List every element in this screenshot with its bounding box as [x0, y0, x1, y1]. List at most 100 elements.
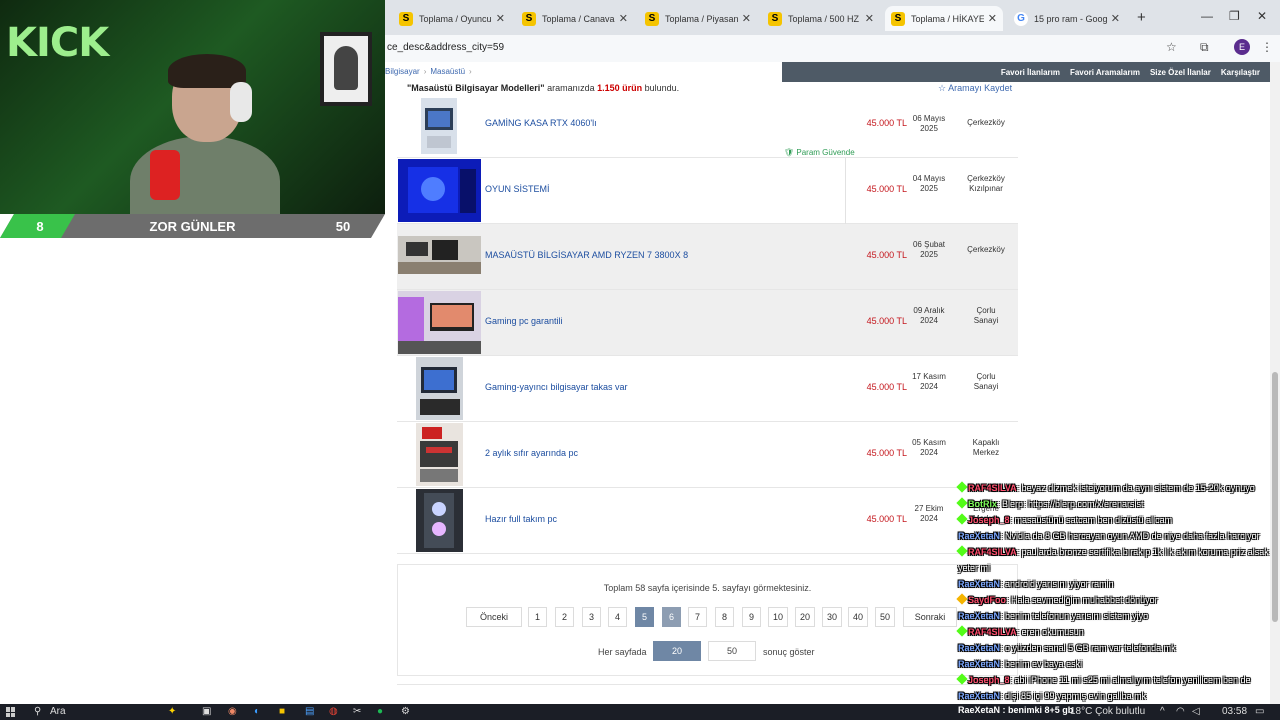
close-icon[interactable]: ✕ — [496, 12, 505, 25]
close-icon[interactable]: ✕ — [1111, 12, 1120, 25]
listing-title[interactable]: Gaming pc garantili — [485, 316, 563, 326]
address-bar: ce_desc&address_city=59 ☆ ⧉ E ⋮ — [385, 35, 1280, 62]
profile-avatar[interactable]: E — [1234, 39, 1250, 55]
browser-tab[interactable]: S Toplama / 500 HZ M ✕ — [762, 6, 880, 31]
chevron-right-icon: › — [469, 67, 472, 76]
browser-tab-active[interactable]: S Toplama / HİKAYEDE ✕ — [885, 6, 1003, 31]
listing-thumbnail[interactable] — [398, 159, 481, 222]
breadcrumb-item[interactable]: Masaüstü — [430, 67, 465, 76]
page-button-4[interactable]: 4 — [608, 607, 627, 627]
page-button-2[interactable]: 2 — [555, 607, 574, 627]
close-icon[interactable]: ✕ — [742, 12, 751, 25]
browser-tab[interactable]: S Toplama / Piyasanın ✕ — [639, 6, 757, 31]
breadcrumb-item[interactable]: Bilgisayar — [385, 67, 420, 76]
table-row[interactable]: MASAÜSTÜ BİLGİSAYAR AMD RYZEN 7 3800X 8 … — [397, 224, 1018, 290]
browser-tab[interactable]: S Toplama / Canavar P ✕ — [516, 6, 634, 31]
per-page-50-button[interactable]: 50 — [708, 641, 756, 661]
prev-page-button[interactable]: Önceki — [466, 607, 522, 627]
nav-special-listings[interactable]: Size Özel İlanlar — [1150, 68, 1211, 77]
page-button-current[interactable]: 5 — [635, 607, 654, 627]
chrome-icon[interactable]: ◍ — [329, 706, 338, 717]
listing-thumbnail[interactable] — [398, 236, 481, 274]
capcut-icon[interactable]: ✂ — [353, 706, 361, 717]
system-tray-chevron-icon[interactable]: ^ — [1160, 706, 1165, 717]
listing-title[interactable]: MASAÜSTÜ BİLGİSAYAR AMD RYZEN 7 3800X 8 — [485, 250, 688, 260]
next-page-button[interactable]: Sonraki — [903, 607, 957, 627]
notification-icon[interactable]: ▭ — [1255, 706, 1264, 717]
windows-start-icon[interactable] — [6, 707, 16, 717]
table-row[interactable]: 2 aylık sıfır ayarında pc 45.000 TL 05 K… — [397, 422, 1018, 488]
pagination-summary: Toplam 58 sayfa içerisinde 5. sayfayı gö… — [603, 583, 812, 593]
listing-title[interactable]: Hazır full takım pc — [485, 514, 557, 524]
save-search-link[interactable]: ☆ Aramayı Kaydet — [938, 83, 1012, 94]
page-button-8[interactable]: 8 — [715, 607, 734, 627]
per-page-20-button[interactable]: 20 — [653, 641, 701, 661]
nav-favorite-searches[interactable]: Favori Aramalarım — [1070, 68, 1140, 77]
next-section-edge — [397, 684, 1018, 704]
page-button-3[interactable]: 3 — [582, 607, 601, 627]
sparkle-icon[interactable]: ✦ — [168, 706, 176, 717]
browser-tab[interactable]: S Toplama / Oyuncu B ✕ — [393, 6, 511, 31]
window-close-icon[interactable]: ✕ — [1257, 9, 1267, 23]
spotify-icon[interactable]: ● — [377, 706, 383, 717]
page-button-30[interactable]: 30 — [822, 607, 843, 627]
page-button-6[interactable]: 6 — [662, 607, 681, 627]
listing-thumbnail[interactable] — [416, 357, 463, 420]
listing-thumbnail[interactable] — [421, 98, 457, 154]
file-explorer-icon[interactable]: ■ — [279, 706, 285, 717]
search-icon[interactable]: ⚲ — [34, 706, 41, 717]
menu-kebab-icon[interactable]: ⋮ — [1261, 40, 1273, 54]
page-button-20[interactable]: 20 — [795, 607, 816, 627]
stream-chat: RAF4SILVA: beyaz dizmek isteiyorum da ay… — [956, 480, 1280, 704]
windows-taskbar: ⚲ Ara ✦ ▣ ◉ ◐ ■ ▤ ◍ ✂ ● ⚙ 18°C Çok bulut… — [0, 704, 1280, 720]
table-row[interactable]: Hazır full takım pc 45.000 TL 27 Ekim 202… — [397, 488, 1018, 554]
table-row[interactable]: Gaming-yayıncı bilgisayar takas var 45.0… — [397, 356, 1018, 422]
chat-user: RaeXetaN — [958, 659, 1001, 669]
close-icon[interactable]: ✕ — [619, 12, 628, 25]
browser-tab[interactable]: G 15 pro ram - Google ✕ — [1008, 6, 1126, 31]
page-button-10[interactable]: 10 — [768, 607, 789, 627]
listing-title[interactable]: GAMİNG KASA RTX 4060'lı — [485, 118, 597, 128]
chat-text: : beyaz dizmek isteiyorum da aynı sistem… — [1016, 483, 1255, 493]
url-field[interactable]: ce_desc&address_city=59 — [387, 42, 504, 53]
restore-icon[interactable]: ❐ — [1229, 9, 1240, 23]
listing-thumbnail[interactable] — [398, 291, 481, 354]
page-button-9[interactable]: 9 — [742, 607, 761, 627]
nav-favorite-listings[interactable]: Favori İlanlarım — [1001, 68, 1060, 77]
new-tab-plus-icon[interactable]: + — [1137, 9, 1146, 26]
settings-icon[interactable]: ⚙ — [401, 706, 410, 717]
chat-text: : masaüstünü satcam ben dizüstü alicam — [1009, 515, 1173, 525]
chat-text: : benim ev baya eski — [1000, 659, 1083, 669]
app-icon[interactable]: ◉ — [228, 706, 237, 717]
page-button-1[interactable]: 1 — [528, 607, 547, 627]
minimize-icon[interactable]: — — [1201, 9, 1213, 23]
wifi-icon[interactable]: ◠ — [1176, 706, 1185, 717]
page-button-40[interactable]: 40 — [848, 607, 869, 627]
table-row[interactable]: GAMİNG KASA RTX 4060'lı 45.000 TL 06 May… — [397, 98, 1018, 158]
listing-price: 45.000 TL — [866, 316, 907, 326]
taskbar-clock[interactable]: 03:58 — [1222, 706, 1247, 717]
taskbar-weather[interactable]: 18°C Çok bulutlu — [1070, 706, 1145, 717]
close-icon[interactable]: ✕ — [865, 12, 874, 25]
listing-title[interactable]: Gaming-yayıncı bilgisayar takas var — [485, 382, 628, 392]
page-button-7[interactable]: 7 — [688, 607, 707, 627]
chat-text: : benim telefonun yarısını sistem yiyo — [1000, 611, 1149, 621]
bookmark-star-icon[interactable]: ☆ — [1166, 40, 1177, 54]
table-row[interactable]: OYUN SİSTEMİ 45.000 TL 04 Mayıs 2025 Çerk… — [397, 158, 1018, 224]
volume-icon[interactable]: ◁ — [1192, 706, 1200, 717]
results-text: aramanızda — [544, 83, 598, 93]
listing-title[interactable]: 2 aylık sıfır ayarında pc — [485, 448, 578, 458]
close-icon[interactable]: ✕ — [988, 12, 997, 25]
taskbar-search[interactable]: Ara — [50, 706, 66, 717]
page-button-50[interactable]: 50 — [875, 607, 896, 627]
listing-thumbnail[interactable] — [416, 489, 463, 552]
table-row[interactable]: Gaming pc garantili 45.000 TL 09 Aralık 2… — [397, 290, 1018, 356]
edge-icon[interactable]: ◐ — [254, 706, 260, 717]
tab-title: Toplama / HİKAYEDE — [911, 13, 984, 24]
store-icon[interactable]: ▤ — [305, 706, 314, 717]
task-view-icon[interactable]: ▣ — [202, 706, 211, 717]
listing-thumbnail[interactable] — [416, 423, 463, 486]
extensions-icon[interactable]: ⧉ — [1200, 40, 1209, 55]
listing-title[interactable]: OYUN SİSTEMİ — [485, 184, 550, 194]
nav-compare[interactable]: Karşılaştır — [1221, 68, 1260, 77]
